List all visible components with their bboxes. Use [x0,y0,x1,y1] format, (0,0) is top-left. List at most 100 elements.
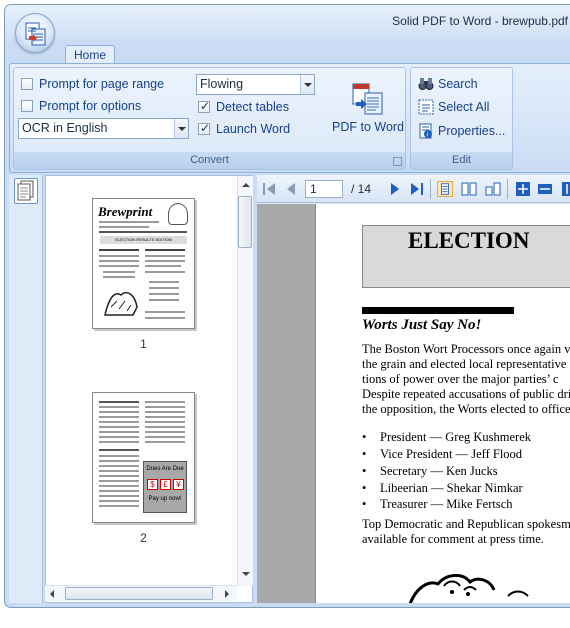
select-all-button[interactable]: Select All [418,98,489,116]
toolbar-separator [430,179,431,199]
dialog-launcher-icon[interactable] [393,157,402,166]
edit-group-label: Edit [411,152,512,169]
ribbon-tab-row: Home [5,39,570,65]
officer-list-item: President — Greg Kushmerek [362,430,531,445]
ad-symbol-yen: ¥ [173,479,184,490]
ad-footer: Pay up now! [148,496,182,502]
single-page-view-icon[interactable] [437,181,453,197]
page-thumbnail-1[interactable]: Brewprint ELECTION RESULTS EDITION [92,198,195,329]
next-page-icon[interactable] [387,181,403,197]
ad-heading: Dues Are Due [146,466,184,472]
side-panel-strip [9,175,43,603]
properties-icon: i [419,123,432,139]
thumbnail-page-number: 1 [140,337,147,351]
app-logo-icon [25,22,46,46]
dues-ad-box: Dues Are Due $ £ ¥ Pay up now! [143,461,187,513]
launch-word-checkbox[interactable]: Launch Word [198,120,290,138]
page-canvas[interactable]: ELECTION Worts Just Say No! The Boston W… [257,204,570,603]
document-viewer: 1 / 14 ELECTION Worts Just Say No! The B… [257,175,570,603]
thumbnail-masthead: Brewprint [98,204,153,219]
checkbox-box-checked [198,99,210,113]
checkbox-box [21,100,33,112]
prompt-options-checkbox[interactable]: Prompt for options [21,97,141,115]
properties-button[interactable]: i Properties... [418,122,505,140]
section-rule [362,307,514,314]
ribbon-panel: Prompt for page range Prompt for options… [9,63,570,173]
viewer-toolbar: 1 / 14 [257,175,570,203]
ocr-language-value: OCR in English [22,121,108,135]
chevron-down-icon[interactable] [300,75,314,94]
first-page-icon[interactable] [261,181,277,197]
pdf-to-word-icon [352,83,383,115]
two-page-view-icon[interactable] [461,181,477,197]
chevron-down-icon[interactable] [174,119,188,138]
window-title: Solid PDF to Word - brewpub.pdf [392,14,568,28]
prompt-page-range-label: Prompt for page range [39,77,165,91]
binoculars-icon [418,78,434,90]
cartoon-illustration [408,574,529,603]
tab-home[interactable]: Home [65,45,116,65]
scroll-right-icon[interactable] [219,586,235,602]
paragraph-line: Top Democratic and Republican spokesmo [362,517,570,531]
pages-panel-icon[interactable] [14,178,38,204]
ad-symbol-pound: £ [160,479,171,490]
paragraph-line: The Boston Wort Processors once again vo [362,342,570,356]
convert-group-label: Convert [14,152,405,169]
scroll-down-icon[interactable] [238,566,254,582]
edit-group: Search Select All i Properties... Edit [410,67,513,170]
detect-tables-checkbox[interactable]: Detect tables [198,98,289,116]
continuous-view-icon[interactable] [485,181,501,197]
previous-page-icon[interactable] [283,181,299,197]
officer-list-item: Treasurer — Mike Fertsch [362,497,512,512]
scroll-up-icon[interactable] [238,178,254,194]
pdf-to-word-button[interactable]: PDF to Word [332,82,404,140]
prompt-page-range-checkbox[interactable]: Prompt for page range [21,75,164,93]
prompt-options-label: Prompt for options [39,99,142,113]
thumbnail-banner: ELECTION RESULTS EDITION [100,236,187,244]
thumbnail-vertical-scrollbar[interactable] [237,176,253,586]
layout-mode-value: Flowing [200,77,244,91]
page-total: / 14 [351,182,372,196]
paragraph-line: Despite repeated accusations of public d… [362,387,570,401]
search-label: Search [438,77,478,91]
title-bar: Solid PDF to Word - brewpub.pdf [5,5,570,39]
checkbox-box-checked [198,121,210,135]
paragraph-line: available for comment at press time. [362,532,544,546]
fit-page-icon[interactable] [515,181,531,197]
thumbnail-pane: Brewprint ELECTION RESULTS EDITION 1 Due… [45,175,253,603]
launch-word-label: Launch Word [216,122,291,136]
thumbnail-horizontal-scrollbar[interactable] [45,585,237,601]
article-subhead: Worts Just Say No! [362,317,482,333]
search-button[interactable]: Search [418,75,478,93]
officer-list-item: Vice President — Jeff Flood [362,447,522,462]
toolbar-separator [507,179,508,199]
fit-width-icon[interactable] [537,181,553,197]
select-all-icon [418,99,434,115]
paragraph-line: the opposition, the Worts elected to off… [362,402,570,416]
scroll-thumb[interactable] [65,587,213,600]
select-all-label: Select All [438,100,490,114]
last-page-icon[interactable] [409,181,425,197]
paragraph-line: tions of power over the major parties’ c [362,372,559,386]
scroll-left-icon[interactable] [45,586,61,602]
convert-group: Prompt for page range Prompt for options… [13,67,406,170]
app-window: Solid PDF to Word - brewpub.pdf Home Pro… [4,4,570,608]
fit-height-icon[interactable] [559,181,570,197]
officer-list-item: Secretary — Ken Jucks [362,464,498,479]
ocr-language-select[interactable]: OCR in English [18,118,189,139]
paragraph-line: the grain and elected local representati… [362,357,567,371]
ad-symbol-dollar: $ [147,479,158,490]
checkbox-box [21,78,33,90]
properties-label: Properties... [438,124,506,138]
pdf-to-word-label: PDF to Word [332,120,405,134]
officer-list-item: Libeerian — Shekar Nimkar [362,481,523,496]
page-thumbnail-2[interactable]: Dues Are Due $ £ ¥ Pay up now! [92,392,195,523]
detect-tables-label: Detect tables [216,100,289,114]
application-menu-button[interactable] [15,13,55,53]
page-headline: ELECTION [408,228,530,253]
svg-text:i: i [427,131,429,139]
scroll-thumb[interactable] [238,196,252,248]
layout-mode-select[interactable]: Flowing [196,74,315,95]
document-page: ELECTION Worts Just Say No! The Boston W… [315,204,570,603]
page-number-input[interactable]: 1 [305,180,343,198]
